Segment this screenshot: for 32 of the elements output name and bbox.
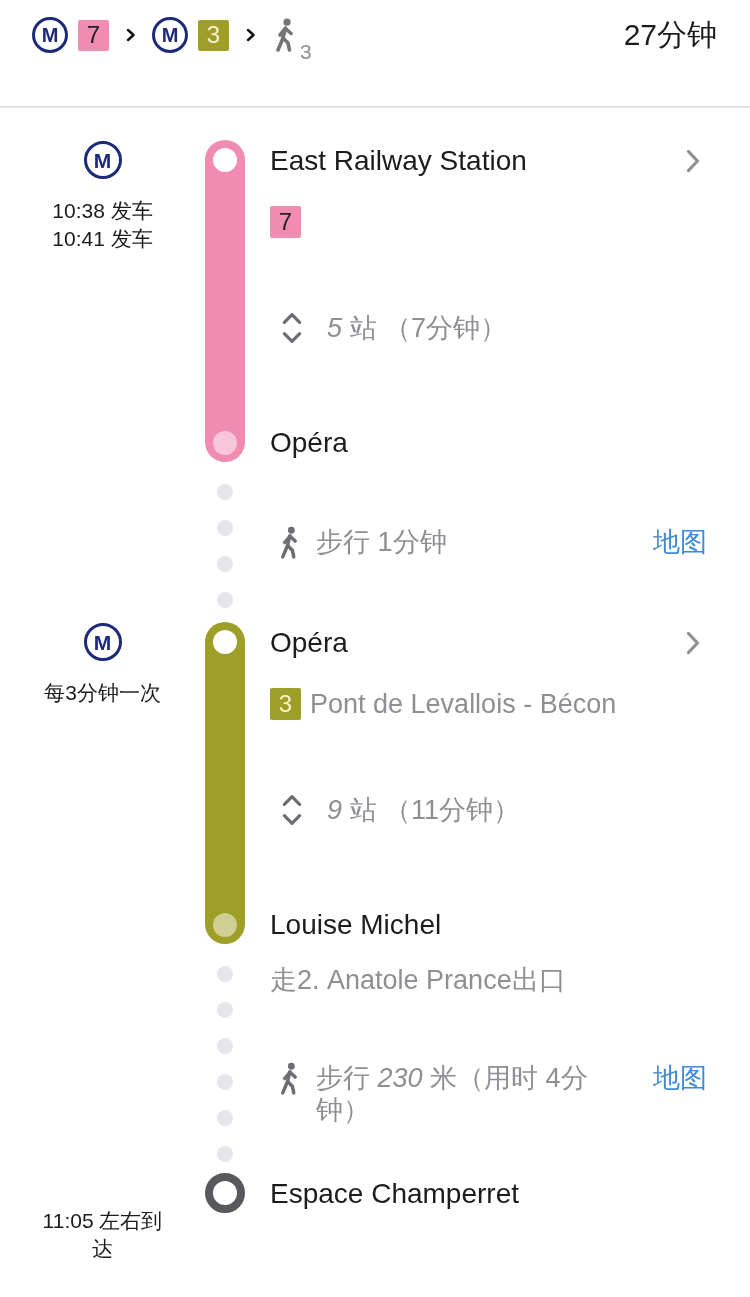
metro-logo: M <box>152 17 188 53</box>
exit-note: 走2. Anatole Prance出口 <box>270 964 567 996</box>
direction-text: Pont de Levallois - Bécon <box>310 688 617 720</box>
metro-logo: M <box>83 141 122 179</box>
chevron-right-icon <box>686 149 700 173</box>
arrival-time: 11:05 左右到达 <box>41 1208 164 1262</box>
metro-logo: M <box>32 17 68 53</box>
chevron-right-icon <box>686 631 700 655</box>
walk-info: 步行 230 米（用时 4分钟） <box>316 1062 589 1126</box>
walk-info: 步行 1分钟 <box>316 525 448 558</box>
line-badge: 3 <box>270 688 301 720</box>
walk-count: 3 <box>300 42 312 62</box>
station-name: Opéra <box>270 626 348 660</box>
chevron-right-icon <box>246 28 255 42</box>
metro-logo: M <box>83 623 122 661</box>
station-name: Espace Champerret <box>270 1177 519 1211</box>
schedule-text: 10:41 发车 <box>52 226 153 252</box>
schedule-text: 每3分钟一次 <box>44 680 161 706</box>
map-link[interactable]: 地图 <box>653 525 707 558</box>
total-duration: 27分钟 <box>623 17 717 53</box>
stops-info: 9 站 （11分钟） <box>327 794 521 826</box>
station-name: East Railway Station <box>270 144 527 178</box>
station-name: Opéra <box>270 426 348 460</box>
chevron-right-icon <box>126 28 135 42</box>
schedule-text: 10:38 发车 <box>52 198 153 224</box>
stops-info: 5 站 （7分钟） <box>327 312 508 344</box>
line-badge: 7 <box>270 206 301 238</box>
station-name: Louise Michel <box>270 908 442 942</box>
line-badge: 7 <box>78 19 109 51</box>
line-badge: 3 <box>198 19 229 51</box>
destination-ring-icon <box>205 1173 245 1213</box>
map-link[interactable]: 地图 <box>653 1062 707 1094</box>
